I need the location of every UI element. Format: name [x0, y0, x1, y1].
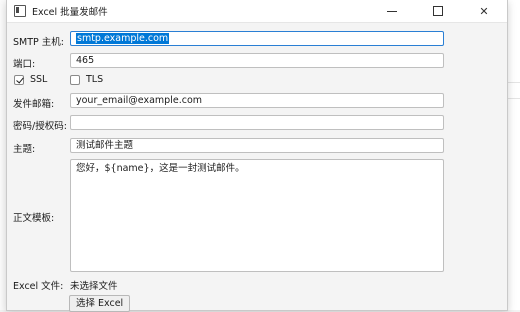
ssl-checkbox-box[interactable] — [14, 74, 24, 85]
tls-checkbox-label: TLS — [86, 74, 104, 85]
ssl-checkbox[interactable]: SSL — [14, 74, 47, 85]
smtp-host-label: SMTP 主机: — [13, 37, 64, 48]
choose-excel-button[interactable]: 选择 Excel — [69, 295, 131, 312]
body-template-label: 正文模板: — [13, 213, 55, 224]
sender-email-label: 发件邮箱: — [13, 99, 55, 110]
maximize-icon — [433, 6, 443, 16]
password-label: 密码/授权码: — [13, 121, 67, 132]
smtp-host-input[interactable]: smtp.example.com — [70, 31, 444, 46]
body-template-textarea[interactable]: 您好，${name}，这是一封测试邮件。 — [70, 159, 444, 272]
password-input[interactable] — [70, 115, 444, 130]
excel-mailer-window: Excel 批量发邮件 ✕ SMTP 主机: smtp.example.com … — [6, 0, 508, 312]
title-bar: Excel 批量发邮件 ✕ — [7, 0, 507, 23]
tls-checkbox[interactable]: TLS — [70, 74, 103, 85]
sender-email-input[interactable]: your_email@example.com — [70, 93, 444, 108]
maximize-button[interactable] — [415, 0, 461, 22]
smtp-host-value: smtp.example.com — [76, 33, 170, 44]
mail-settings-form: SMTP 主机: smtp.example.com 端口: 465 SSL TL… — [7, 22, 507, 312]
close-button[interactable]: ✕ — [461, 0, 507, 22]
close-icon: ✕ — [479, 4, 489, 18]
excel-file-status: 未选择文件 — [70, 281, 118, 292]
excel-file-label: Excel 文件: — [13, 281, 64, 292]
app-window-icon — [14, 5, 26, 17]
window-title: Excel 批量发邮件 — [32, 7, 108, 18]
port-input[interactable]: 465 — [70, 53, 444, 68]
tls-checkbox-box[interactable] — [70, 74, 80, 85]
port-label: 端口: — [13, 59, 36, 70]
subject-input[interactable]: 测试邮件主题 — [70, 138, 444, 153]
subject-label: 主题: — [13, 144, 36, 155]
background-window-right-edge — [507, 0, 520, 310]
minimize-button[interactable] — [369, 0, 415, 22]
ssl-checkbox-label: SSL — [30, 74, 48, 85]
minimize-icon — [387, 10, 397, 12]
